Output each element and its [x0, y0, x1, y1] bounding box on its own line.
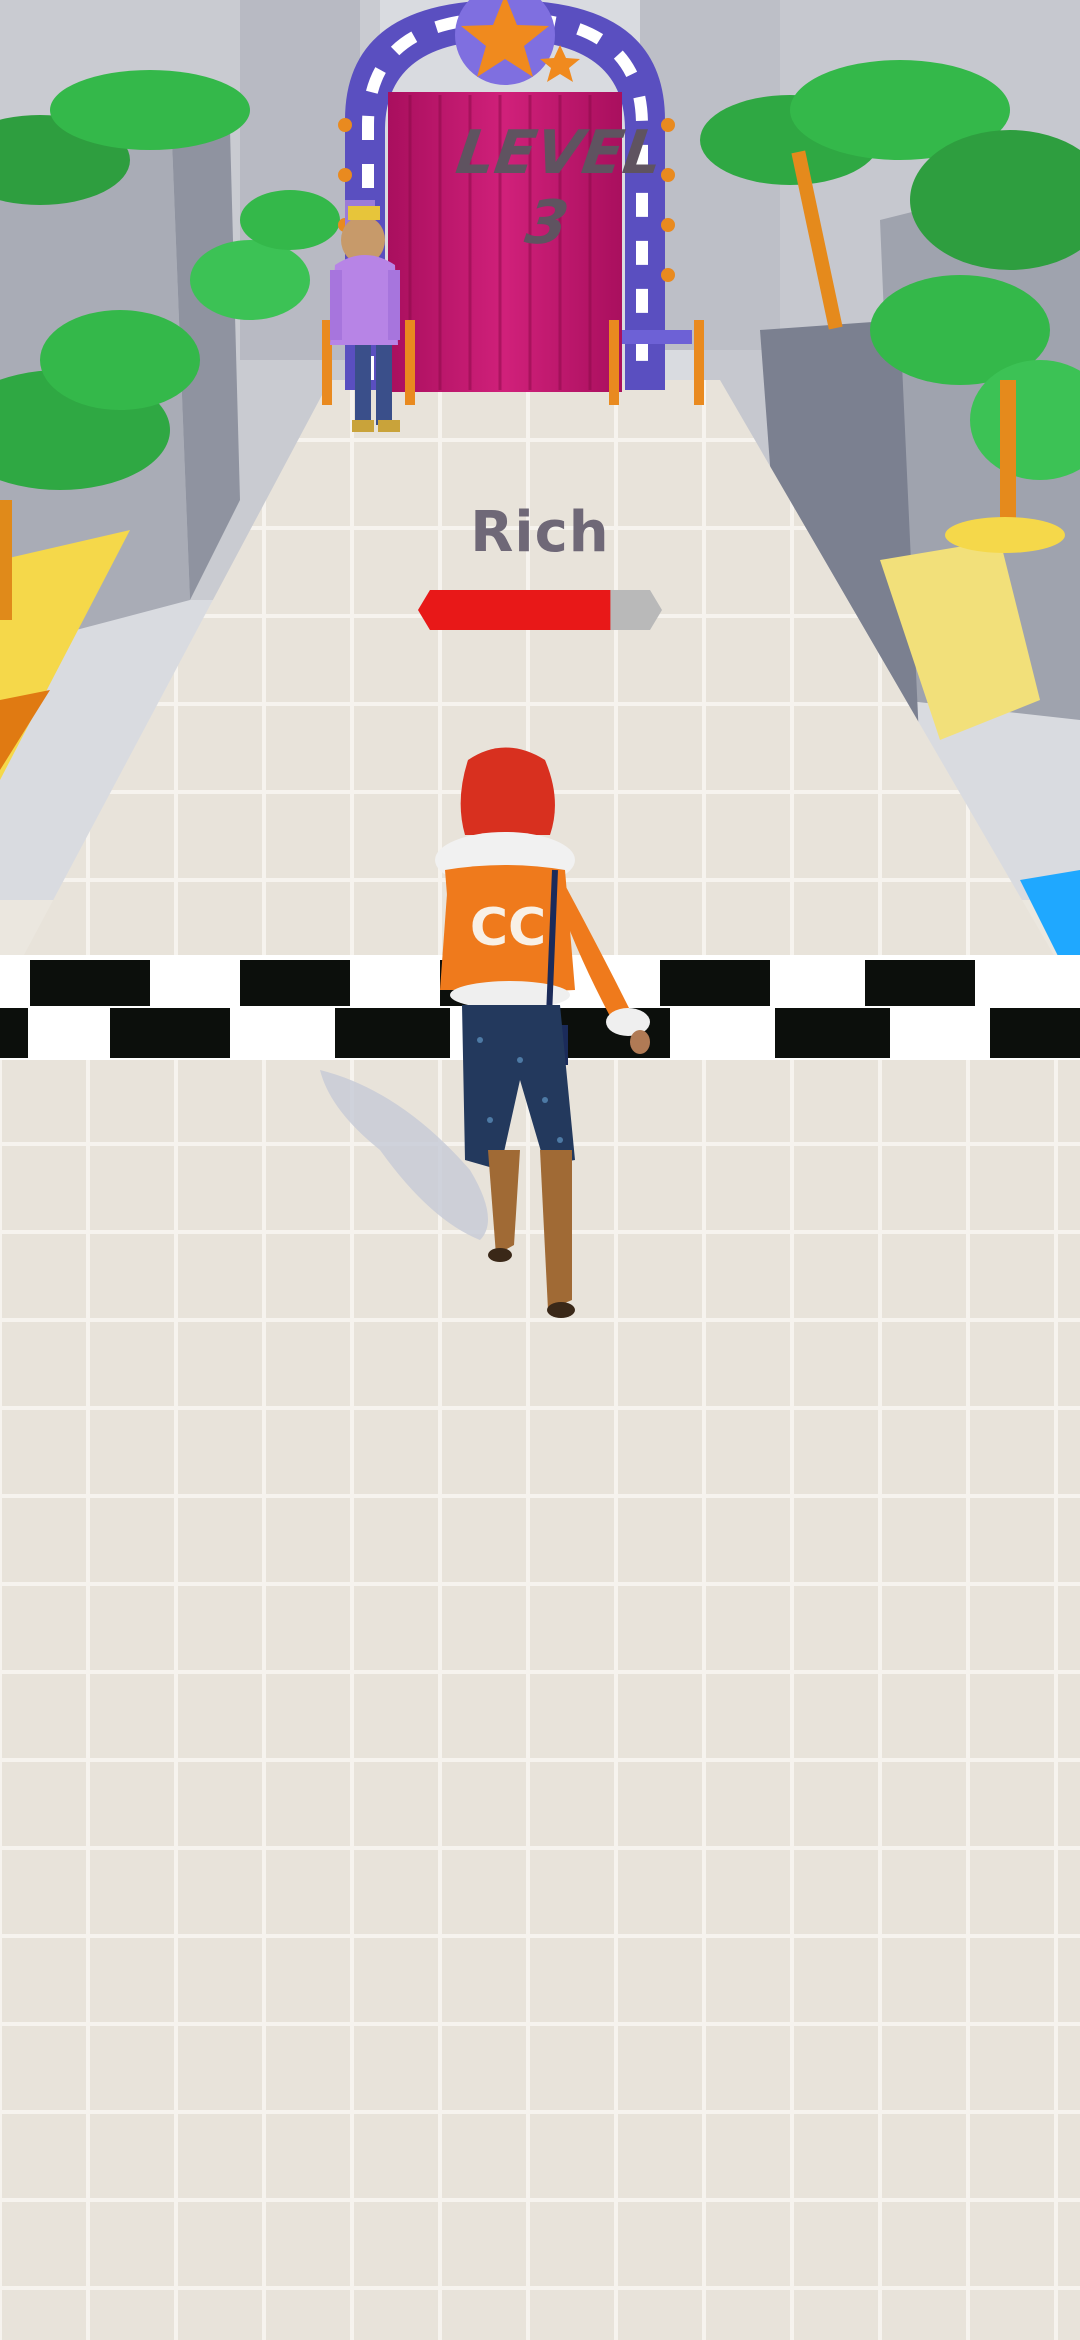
wealth-progress-bar [418, 590, 662, 630]
game-scene[interactable]: CC LEVEL 3 Rich [0, 0, 1080, 2340]
svg-text:CC: CC [470, 898, 546, 958]
wealth-status-label: Rich [470, 500, 610, 565]
scene-background: CC [0, 0, 1080, 2340]
level-label: LEVEL 3 [452, 118, 667, 258]
